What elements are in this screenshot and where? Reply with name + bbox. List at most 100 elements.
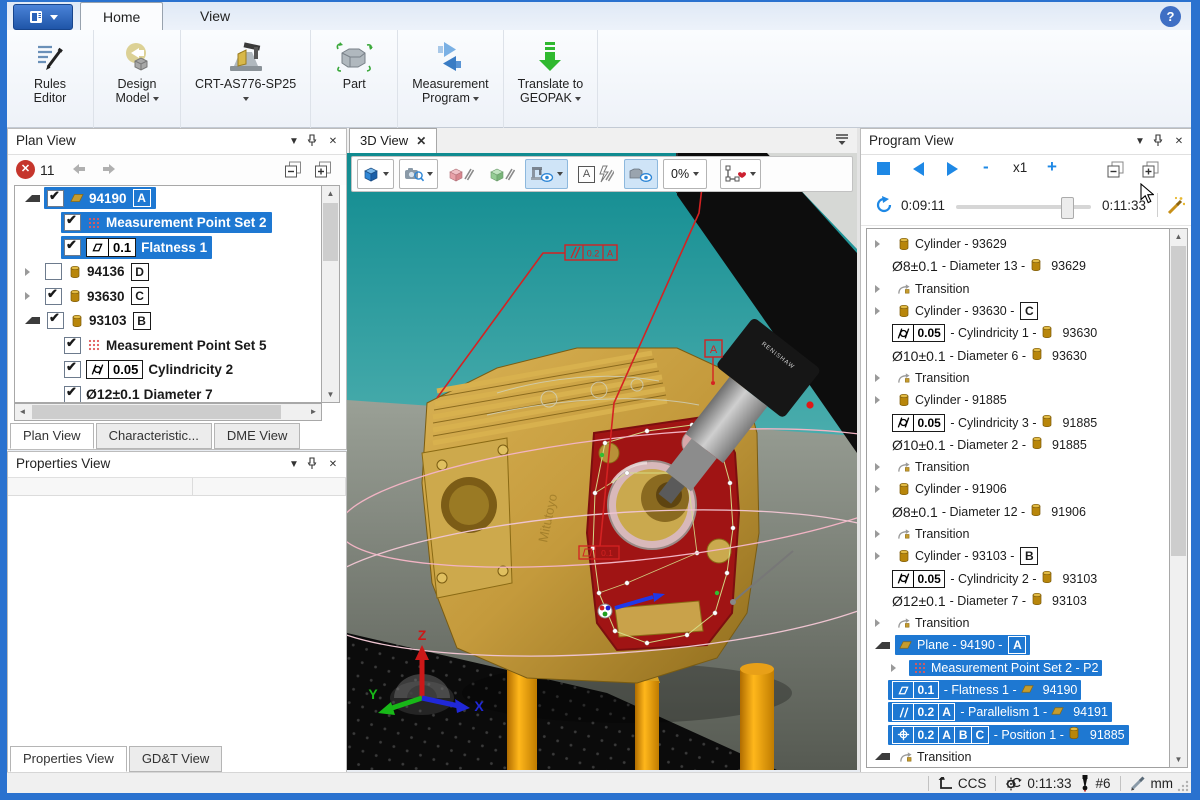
toggle-annotations-button[interactable]: A	[573, 159, 619, 189]
tab-3d-view[interactable]: 3D View ✕	[349, 128, 437, 153]
panel-menu-icon[interactable]: ▼	[286, 457, 302, 473]
plan-tree-row[interactable]: Ø12±0.1Diameter 7	[15, 382, 322, 403]
panel-menu-icon[interactable]: ▼	[1132, 134, 1148, 150]
program-tree-row[interactable]: 0.05- Cylindricity 3 -91885	[867, 411, 1169, 433]
tree-expander-icon[interactable]	[875, 240, 888, 248]
play-button[interactable]	[947, 162, 958, 176]
program-tree-row[interactable]: Ø8±0.1- Diameter 12 -91906	[867, 501, 1169, 523]
tree-expander-icon[interactable]	[25, 292, 38, 300]
stop-button[interactable]	[877, 162, 890, 175]
pin-icon[interactable]	[306, 457, 322, 473]
plan-tree-row[interactable]: 93103B	[15, 309, 322, 334]
tree-expander-icon[interactable]	[875, 642, 890, 649]
row-checkbox[interactable]	[45, 263, 62, 280]
program-tree-row[interactable]: Cylinder - 91906	[867, 478, 1169, 500]
plan-tree-row[interactable]: Measurement Point Set 5	[15, 333, 322, 358]
plan-tree-hscrollbar[interactable]: ◄►	[14, 403, 322, 421]
resize-grip[interactable]	[1177, 780, 1189, 792]
help-button[interactable]: ?	[1160, 6, 1181, 27]
panel-menu-icon[interactable]: ▼	[286, 134, 302, 150]
program-tree-vscrollbar[interactable]: ▲▼	[1169, 228, 1188, 768]
view-capture-button[interactable]	[399, 159, 438, 189]
tree-expander-icon[interactable]	[875, 307, 888, 315]
row-checkbox[interactable]	[47, 312, 64, 329]
program-tree-row[interactable]: Transition	[867, 523, 1169, 545]
tree-expander-icon[interactable]	[875, 485, 888, 493]
toggle-part-visibility-button[interactable]	[624, 159, 658, 189]
program-tree-row[interactable]: 0.1- Flatness 1 -94190	[867, 679, 1169, 701]
row-checkbox[interactable]	[64, 337, 81, 354]
close-icon[interactable]: ✕	[416, 129, 426, 153]
pin-icon[interactable]	[306, 134, 322, 150]
tree-expander-icon[interactable]	[25, 268, 38, 276]
collapse-all-icon[interactable]	[1107, 161, 1126, 179]
row-checkbox[interactable]	[64, 239, 81, 256]
program-tree-row[interactable]: Transition	[867, 456, 1169, 478]
tab-plan-view[interactable]: Plan View	[10, 423, 94, 449]
plan-tree-row[interactable]: Measurement Point Set 2	[15, 211, 322, 236]
program-tree-row[interactable]: Cylinder - 93629	[867, 233, 1169, 255]
step-back-button[interactable]	[913, 162, 924, 176]
program-tree-row[interactable]: Plane - 94190 -A	[867, 634, 1169, 656]
expand-all-icon[interactable]	[314, 161, 334, 179]
speed-plus-button[interactable]: +	[1047, 157, 1057, 177]
toggle-cad-red-button[interactable]	[443, 159, 479, 189]
program-tree-row[interactable]: Ø12±0.1- Diameter 7 -93103	[867, 590, 1169, 612]
expand-all-icon[interactable]	[1142, 161, 1161, 179]
tab-dme-view[interactable]: DME View	[214, 423, 300, 449]
tree-expander-icon[interactable]	[875, 396, 888, 404]
program-tree-row[interactable]: Ø10±0.1- Diameter 2 -91885	[867, 434, 1169, 456]
collapse-all-icon[interactable]	[284, 161, 304, 179]
tree-expander-icon[interactable]	[875, 463, 888, 471]
plan-tree-vscrollbar[interactable]: ▲▼	[321, 185, 340, 403]
plan-tree-row[interactable]: 94136D	[15, 260, 322, 285]
nav-back-icon[interactable]	[72, 163, 86, 175]
program-tree-row[interactable]: 0.05- Cylindricity 2 -93103	[867, 567, 1169, 589]
toggle-machine-visibility-button[interactable]	[525, 159, 568, 189]
replay-icon[interactable]	[875, 196, 893, 214]
playback-slider-thumb[interactable]	[1061, 197, 1074, 219]
playback-slider-track[interactable]	[956, 205, 1091, 209]
program-tree-row[interactable]: 0.05- Cylindricity 1 -93630	[867, 322, 1169, 344]
cmm-machine-button[interactable]: CRT-AS776-SP25	[191, 36, 300, 106]
tree-expander-icon[interactable]	[875, 374, 888, 382]
path-display-button[interactable]	[720, 159, 761, 189]
tab-gd-t-view[interactable]: GD&T View	[129, 746, 222, 772]
toggle-cad-green-button[interactable]	[484, 159, 520, 189]
plan-tree-row[interactable]: 94190A	[15, 186, 322, 211]
row-checkbox[interactable]	[64, 214, 81, 231]
close-icon[interactable]: ✕	[1171, 134, 1187, 150]
app-menu-button[interactable]	[13, 4, 73, 30]
transparency-dropdown[interactable]: 0%	[663, 159, 707, 189]
speed-minus-button[interactable]: -	[983, 157, 989, 177]
rules-editor-button[interactable]: RulesEditor	[17, 36, 83, 106]
units-indicator[interactable]: mm	[1130, 776, 1174, 791]
plan-tree-row[interactable]: 0.05Cylindricity 2	[15, 358, 322, 383]
row-checkbox[interactable]	[45, 288, 62, 305]
3d-viewport[interactable]: Mitutoyo	[347, 153, 857, 770]
nav-forward-icon[interactable]	[102, 163, 116, 175]
cycle-time-indicator[interactable]: 0:11:33	[1005, 776, 1071, 791]
program-tree-row[interactable]: 0.2ABC- Position 1 -91885	[867, 724, 1169, 746]
ribbon-tab-home[interactable]: Home	[80, 2, 163, 31]
tree-expander-icon[interactable]	[891, 664, 904, 672]
program-tree-row[interactable]: Transition	[867, 612, 1169, 634]
tab-properties-view[interactable]: Properties View	[10, 746, 127, 772]
close-icon[interactable]: ✕	[325, 134, 341, 150]
program-tree-row[interactable]: Transition	[867, 746, 1169, 768]
overflow-menu-icon[interactable]	[835, 133, 849, 146]
translate-geopak-button[interactable]: Translate toGEOPAK	[514, 36, 588, 106]
program-tree-row[interactable]: Cylinder - 91885	[867, 389, 1169, 411]
plan-tree-row[interactable]: 93630C	[15, 284, 322, 309]
tab-characteristic-[interactable]: Characteristic...	[96, 423, 212, 449]
program-tree-row[interactable]: Ø8±0.1- Diameter 13 -93629	[867, 255, 1169, 277]
part-placement-button[interactable]: Part	[321, 36, 387, 92]
tree-expander-icon[interactable]	[875, 530, 888, 538]
program-tree-row[interactable]: Ø10±0.1- Diameter 6 -93630	[867, 344, 1169, 366]
tree-expander-icon[interactable]	[25, 195, 40, 202]
view-orientation-button[interactable]	[357, 159, 394, 189]
program-tree-row[interactable]: 0.2A- Parallelism 1 -94191	[867, 701, 1169, 723]
row-checkbox[interactable]	[64, 386, 81, 403]
coordinate-system-indicator[interactable]: CCS	[938, 776, 987, 791]
program-tree-row[interactable]: Transition	[867, 367, 1169, 389]
